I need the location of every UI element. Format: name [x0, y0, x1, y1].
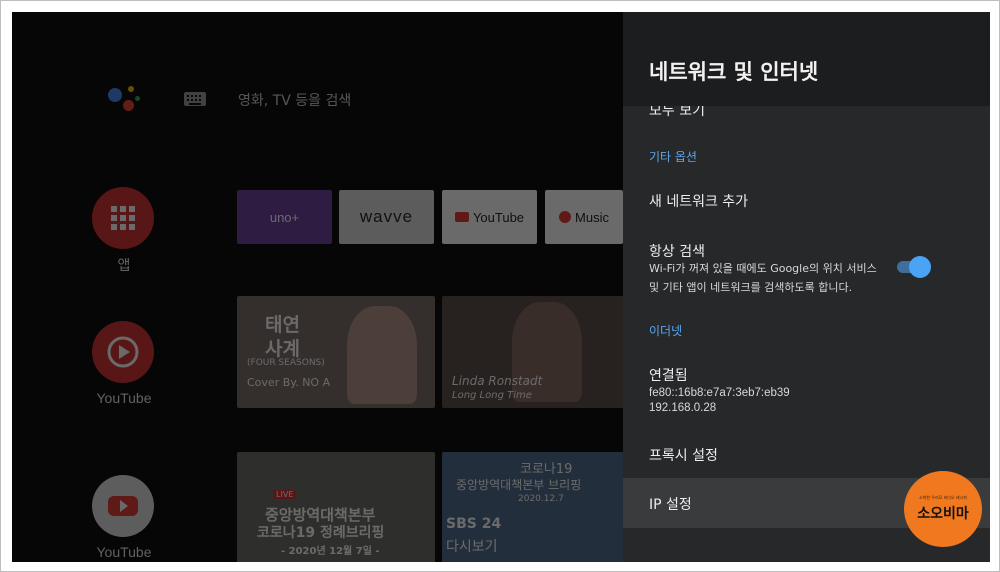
grid-icon — [111, 206, 135, 230]
tile-title: Linda Ronstadt — [452, 374, 543, 388]
panel-header: 네트워크 및 인터넷 — [623, 12, 990, 106]
google-assistant-icon[interactable] — [108, 84, 142, 114]
youtube-play-icon — [108, 496, 138, 516]
ipv4-address: 192.168.0.28 — [649, 402, 717, 414]
tile-caption: - 2020년 12월 7일 - — [281, 546, 380, 557]
proxy-settings-item[interactable]: 프록시 설정 — [649, 445, 718, 465]
connected-label[interactable]: 연결됨 — [649, 365, 688, 385]
music-logo-icon — [559, 211, 572, 223]
youtube-chip-app[interactable]: YouTube — [442, 190, 537, 244]
screenshot-frame: 영화, TV 등을 검색 앱 YouTube YouTube uno+ wavv… — [0, 0, 1000, 572]
tile-subtitle: Long Long Time — [452, 390, 532, 401]
youtube-kids-app[interactable] — [92, 321, 154, 383]
tile-title: 코로나19 — [520, 462, 573, 477]
wavve-app[interactable]: wavve — [339, 190, 434, 244]
add-network-item[interactable]: 새 네트워크 추가 — [649, 191, 748, 211]
watermark-logo: 소박한 우리모 비다오 레시피 소오비마 — [904, 471, 982, 547]
keyboard-icon[interactable] — [184, 92, 206, 106]
play-circle-icon — [107, 336, 139, 368]
tile-extra: 다시보기 — [446, 539, 498, 555]
toggle-knob — [909, 256, 931, 278]
tile-subtitle: 중앙방역대책본부 브리핑 — [456, 478, 582, 492]
ip-settings-label: IP 설정 — [649, 497, 692, 513]
thumbnail-person — [347, 306, 417, 404]
watermark-big-text: 소오비마 — [917, 506, 969, 522]
youtube-chip-label: YouTube — [472, 209, 525, 225]
always-scan-description-1: Wi-Fi가 꺼져 있을 때에도 Google의 위치 서비스 — [649, 262, 877, 275]
video-tile-linda-ronstadt[interactable]: Linda Ronstadt Long Long Time — [442, 296, 640, 408]
tile-credit: Cover By. NO A — [247, 376, 331, 389]
tv-screen: 영화, TV 등을 검색 앱 YouTube YouTube uno+ wavv… — [12, 12, 990, 562]
tile-caption: 2020.12.7 — [518, 494, 564, 504]
wavve-label: wavve — [359, 207, 414, 226]
search-input[interactable]: 영화, TV 등을 검색 — [238, 90, 351, 110]
always-scan-description-2: 및 기타 앱이 네트워크를 검색하도록 합니다. — [649, 281, 853, 294]
tile-subtitle: 사계 — [265, 338, 300, 360]
youtube-logo-icon — [454, 212, 469, 222]
uno-plus-label: uno+ — [269, 209, 300, 225]
sbs-badge: SBS 24 — [446, 516, 502, 532]
tile-subtitle: 코로나19 정례브리핑 — [257, 525, 385, 541]
video-tile-taeyeon[interactable]: 태연 사계 (FOUR SEASONS) Cover By. NO A — [237, 296, 435, 408]
tile-caption: (FOUR SEASONS) — [247, 358, 325, 368]
apps-label: 앱 — [117, 257, 131, 273]
page-title: 네트워크 및 인터넷 — [649, 60, 819, 84]
video-tile-briefing[interactable]: LIVE 중앙방역대책본부 코로나19 정례브리핑 - 2020년 12월 7일… — [237, 452, 435, 562]
always-scan-label[interactable]: 항상 검색 — [649, 241, 705, 261]
other-options-header: 기타 옵션 — [649, 150, 697, 164]
music-chip-label: Music — [575, 209, 609, 225]
watermark-small-text: 소박한 우리모 비다오 레시피 — [919, 495, 967, 500]
youtube-app[interactable] — [92, 475, 154, 537]
ethernet-header: 이더넷 — [649, 324, 683, 338]
apps-launcher-button[interactable] — [92, 187, 154, 249]
video-tile-sbs[interactable]: 코로나19 중앙방역대책본부 브리핑 2020.12.7 SBS 24 다시보기 — [442, 452, 640, 562]
youtube-label-2: YouTube — [96, 544, 152, 560]
tile-title: 태연 — [265, 314, 300, 336]
always-scan-toggle[interactable] — [897, 256, 931, 278]
youtube-label: YouTube — [96, 390, 152, 406]
youtube-music-app[interactable]: Music — [545, 190, 623, 244]
uno-plus-app[interactable]: uno+ — [237, 190, 332, 244]
live-badge: LIVE — [273, 490, 297, 499]
